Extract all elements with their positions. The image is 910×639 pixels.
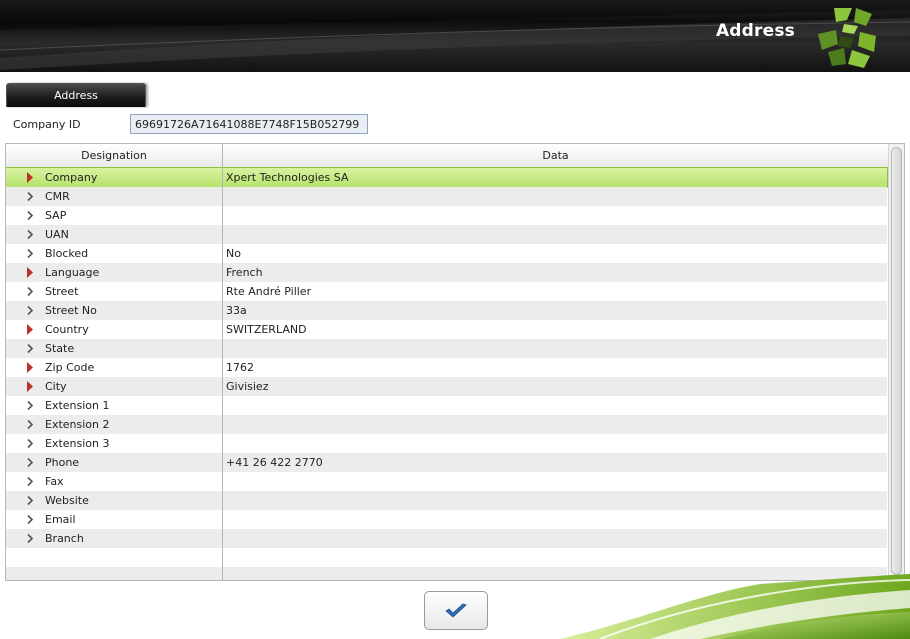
table-row[interactable]: Extension 2 — [6, 415, 887, 434]
chevron-right-icon — [27, 533, 34, 544]
row-designation: Branch — [45, 532, 84, 545]
chevron-right-icon — [27, 248, 34, 259]
row-data[interactable]: SWITZERLAND — [226, 320, 307, 339]
row-data[interactable]: 1762 — [226, 358, 254, 377]
chevron-right-icon — [27, 514, 34, 525]
row-designation: Blocked — [45, 247, 89, 260]
row-designation: Company — [45, 171, 98, 184]
red-triangle-icon — [27, 381, 33, 392]
company-id-label: Company ID — [13, 118, 81, 131]
table-row[interactable]: CMR — [6, 187, 887, 206]
chevron-right-icon — [27, 419, 34, 430]
row-designation: Phone — [45, 456, 80, 469]
chevron-right-icon — [27, 438, 34, 449]
page-title: Address — [715, 21, 795, 41]
red-triangle-icon — [27, 324, 33, 335]
red-triangle-icon — [27, 267, 33, 278]
table-row[interactable]: Company Xpert Technologies SA — [6, 167, 888, 188]
row-data[interactable]: 33a — [226, 301, 247, 320]
row-data[interactable]: No — [226, 244, 241, 263]
table-row[interactable]: SAP — [6, 206, 887, 225]
table-row[interactable]: Branch — [6, 529, 887, 548]
row-designation: Country — [45, 323, 89, 336]
column-divider — [222, 144, 223, 580]
red-triangle-icon — [27, 362, 33, 373]
tab-address[interactable]: Address — [6, 83, 146, 107]
row-designation: Extension 2 — [45, 418, 110, 431]
table-row[interactable]: Fax — [6, 472, 887, 491]
table-row[interactable]: Country SWITZERLAND — [6, 320, 887, 339]
company-id-field[interactable] — [130, 114, 368, 134]
row-designation: State — [45, 342, 75, 355]
row-designation: Street No — [45, 304, 97, 317]
row-data[interactable]: Givisiez — [226, 377, 268, 396]
table-row[interactable]: Blocked No — [6, 244, 887, 263]
row-designation: Website — [45, 494, 89, 507]
row-data[interactable]: French — [226, 263, 263, 282]
table-row[interactable]: UAN — [6, 225, 887, 244]
row-designation: Street — [45, 285, 79, 298]
row-designation: SAP — [45, 209, 67, 222]
ok-button[interactable] — [424, 591, 488, 630]
table-row[interactable]: City Givisiez — [6, 377, 887, 396]
table-body: Company Xpert Technologies SA CMR SAP UAN Blo… — [6, 167, 888, 580]
row-designation: Extension 1 — [45, 399, 110, 412]
chevron-right-icon — [27, 476, 34, 487]
scrollbar-thumb[interactable] — [891, 147, 902, 575]
chevron-right-icon — [27, 495, 34, 506]
row-data[interactable]: Xpert Technologies SA — [226, 168, 349, 187]
chevron-right-icon — [27, 343, 34, 354]
row-data[interactable]: Rte André Piller — [226, 282, 311, 301]
address-table: Designation Data Company Xpert Technologi… — [5, 143, 905, 581]
table-row[interactable]: Extension 3 — [6, 434, 887, 453]
row-data[interactable]: +41 26 422 2770 — [226, 453, 323, 472]
column-header-designation[interactable]: Designation — [6, 144, 222, 168]
table-row[interactable]: Street No 33a — [6, 301, 887, 320]
row-designation: Extension 3 — [45, 437, 110, 450]
row-designation: Zip Code — [45, 361, 95, 374]
checkmark-icon — [445, 603, 467, 618]
table-row[interactable]: Email — [6, 510, 887, 529]
table-header: Designation Data — [6, 144, 888, 169]
table-row[interactable]: Phone +41 26 422 2770 — [6, 453, 887, 472]
table-row[interactable]: State — [6, 339, 887, 358]
chevron-right-icon — [27, 229, 34, 240]
row-designation: Language — [45, 266, 100, 279]
brand-logo-icon — [818, 8, 876, 68]
table-row[interactable]: Extension 1 — [6, 396, 887, 415]
table-row[interactable]: Street Rte André Piller — [6, 282, 887, 301]
row-designation: CMR — [45, 190, 70, 203]
row-designation: Email — [45, 513, 76, 526]
chevron-right-icon — [27, 305, 34, 316]
row-designation: City — [45, 380, 67, 393]
chevron-right-icon — [27, 457, 34, 468]
chevron-right-icon — [27, 191, 34, 202]
table-row[interactable]: Language French — [6, 263, 887, 282]
column-header-data[interactable]: Data — [223, 144, 888, 168]
chevron-right-icon — [27, 400, 34, 411]
table-row[interactable]: Website — [6, 491, 887, 510]
table-row[interactable]: Zip Code 1762 — [6, 358, 887, 377]
row-designation: Fax — [45, 475, 64, 488]
chevron-right-icon — [27, 210, 34, 221]
vertical-scrollbar[interactable] — [888, 144, 904, 580]
chevron-right-icon — [27, 286, 34, 297]
row-designation: UAN — [45, 228, 69, 241]
header-bar: Address — [0, 0, 910, 72]
red-triangle-icon — [27, 172, 33, 183]
